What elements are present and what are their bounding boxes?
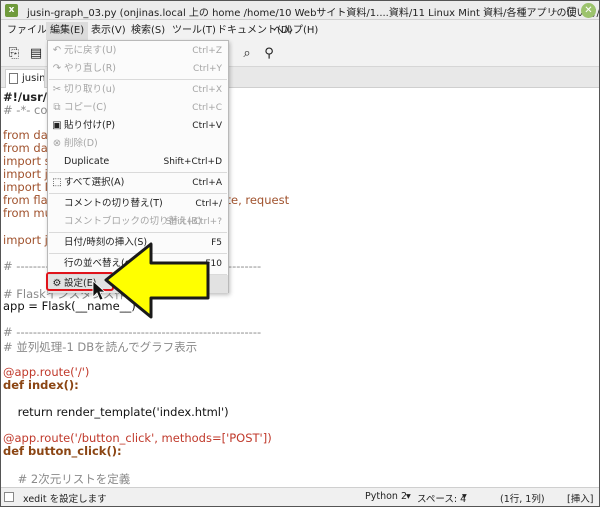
redo-icon: ↷ xyxy=(52,63,62,74)
menu-separator xyxy=(49,193,227,194)
spaces-selector[interactable]: スペース: 4 xyxy=(417,491,466,505)
xedit-window: x jusin-graph_03.py (onjinas.local 上の ho… xyxy=(0,0,600,507)
code-line: # 並列処理-1 DBを読んでグラフ表示 xyxy=(3,340,198,354)
menu-edit[interactable]: 編集(E) xyxy=(46,22,89,40)
code-line: app = Flask(__name__) xyxy=(3,299,136,313)
menu-item-delete[interactable]: ⊗ 削除(D) xyxy=(48,135,228,153)
window-title: jusin-graph_03.py (onjinas.local 上の home… xyxy=(27,8,600,19)
menu-item-redo[interactable]: ↷ やり直し(R) Ctrl+Y xyxy=(48,60,228,78)
menu-item-cut[interactable]: ✂ 切り取り(u) Ctrl+X xyxy=(48,81,228,99)
menu-item-duplicate[interactable]: Duplicate Shift+Ctrl+D xyxy=(48,153,228,171)
tab-jusin-graph[interactable]: jusin-graph_03.py xyxy=(5,69,45,88)
scissors-icon: ✂ xyxy=(52,84,62,95)
xedit-app-icon: x xyxy=(5,4,18,17)
language-selector[interactable]: Python 2 xyxy=(365,491,407,502)
insert-mode: [挿入] xyxy=(567,494,594,505)
menu-item-undo[interactable]: ↶ 元に戻す(U) Ctrl+Z xyxy=(48,42,228,60)
highlight-box xyxy=(46,272,114,291)
menu-item-sort-lines[interactable]: 行の並べ替え(o) F10 xyxy=(48,255,228,273)
menu-item-toggle-comment[interactable]: コメントの切り替え(T) Ctrl+/ xyxy=(48,195,228,213)
copy-icon: ⧉ xyxy=(53,102,61,113)
menu-item-select-all[interactable]: ⬚ すべて選択(A) Ctrl+A xyxy=(48,174,228,192)
menu-bar: ファイル(F) 編集(E) 表示(V) 検索(S) ツール(T) ドキュメント(… xyxy=(1,20,599,42)
open-folder-icon[interactable]: ▤ xyxy=(28,46,44,62)
menu-item-toggle-comment-block[interactable]: コメントブロックの切り替え(B) Shift+Ctrl+? xyxy=(48,213,228,231)
chevron-down-icon: ▾ xyxy=(462,491,467,502)
code-line: def index(): xyxy=(3,378,79,392)
replace-icon[interactable]: ⚲ xyxy=(261,46,277,62)
minimize-button[interactable]: – xyxy=(547,3,562,18)
document-icon xyxy=(9,73,18,84)
menu-search[interactable]: 検索(S) xyxy=(127,22,169,40)
menu-item-insert-datetime[interactable]: 日付/時刻の挿入(S) F5 xyxy=(48,234,228,252)
undo-icon: ↶ xyxy=(52,45,62,56)
code-line: def button_click(): xyxy=(3,444,122,458)
maximize-button[interactable]: ▢ xyxy=(564,3,579,18)
menu-item-paste[interactable]: ▣ 貼り付け(P) Ctrl+V xyxy=(48,117,228,135)
status-message: xedit を設定します xyxy=(23,494,107,505)
menu-separator xyxy=(49,253,227,254)
menu-view[interactable]: 表示(V) xyxy=(87,22,130,40)
title-bar: x jusin-graph_03.py (onjinas.local 上の ho… xyxy=(1,1,599,20)
edit-menu-dropdown: ↶ 元に戻す(U) Ctrl+Z ↷ やり直し(R) Ctrl+Y ✂ 切り取り… xyxy=(47,40,229,293)
code-line: # --------------------------------------… xyxy=(3,325,262,339)
menu-separator xyxy=(49,232,227,233)
clipboard-icon: ▣ xyxy=(52,120,62,131)
code-line: @app.route('/') xyxy=(3,365,90,379)
search-icon[interactable]: ⌕ xyxy=(239,46,255,62)
code-line: return render_template('index.html') xyxy=(3,405,229,419)
select-all-icon: ⬚ xyxy=(52,177,62,188)
cursor-position: (1行, 1列) xyxy=(500,494,545,505)
menu-help[interactable]: ヘルプ(H) xyxy=(269,22,322,40)
sidebar-toggle-icon[interactable] xyxy=(4,492,14,502)
delete-icon: ⊗ xyxy=(52,138,62,149)
menu-separator xyxy=(49,172,227,173)
chevron-down-icon: ▾ xyxy=(406,491,411,502)
code-line: @app.route('/button_click', methods=['PO… xyxy=(3,431,272,445)
close-button[interactable]: ✕ xyxy=(581,3,596,18)
menu-item-copy[interactable]: ⧉ コピー(C) Ctrl+C xyxy=(48,99,228,117)
menu-separator xyxy=(49,79,227,80)
code-line: # 2次元リストを定義 xyxy=(3,472,131,486)
new-file-icon[interactable]: ⎘ xyxy=(6,46,22,62)
tab-label: jusin-graph_03.py xyxy=(22,73,45,84)
status-bar: xedit を設定します Python 2 ▾ スペース: 4 ▾ (1行, 1… xyxy=(1,487,599,506)
